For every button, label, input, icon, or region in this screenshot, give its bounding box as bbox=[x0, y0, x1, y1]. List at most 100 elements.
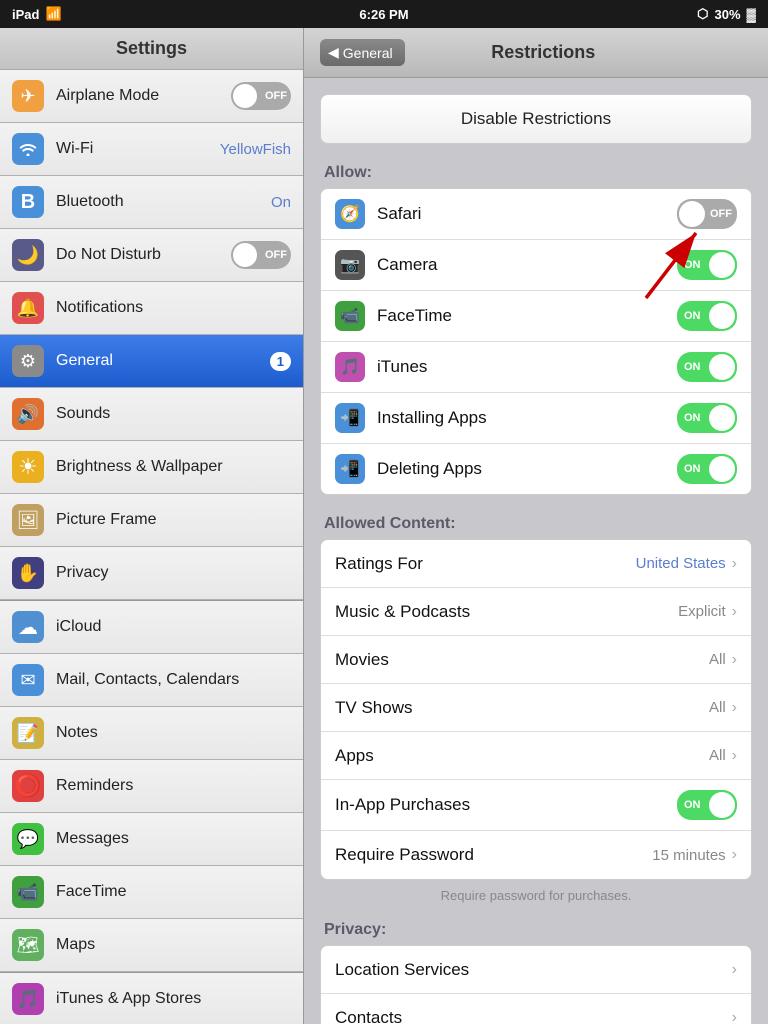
airplane-icon: ✈ bbox=[12, 80, 44, 112]
sidebar-item-mail[interactable]: ✉ Mail, Contacts, Calendars bbox=[0, 654, 303, 707]
sidebar-item-dnd[interactable]: 🌙 Do Not Disturb bbox=[0, 229, 303, 282]
right-panel: ◀ General Restrictions Disable Restricti… bbox=[304, 28, 768, 1024]
camera-icon: 📷 bbox=[335, 250, 365, 280]
sidebar-item-notifications[interactable]: 🔔 Notifications bbox=[0, 282, 303, 335]
camera-toggle[interactable] bbox=[677, 250, 737, 280]
bluetooth-label: Bluetooth bbox=[56, 193, 271, 211]
installing-apps-toggle[interactable] bbox=[677, 403, 737, 433]
itunes-label: iTunes & App Stores bbox=[56, 990, 291, 1008]
installing-apps-row[interactable]: 📲 Installing Apps bbox=[321, 393, 751, 444]
apps-row[interactable]: Apps All › bbox=[321, 732, 751, 780]
safari-toggle[interactable] bbox=[677, 199, 737, 229]
itunes-restrictions-label: iTunes bbox=[377, 357, 677, 377]
require-password-value: 15 minutes bbox=[652, 847, 725, 864]
sidebar-item-sounds[interactable]: 🔊 Sounds bbox=[0, 388, 303, 441]
require-password-chevron: › bbox=[732, 846, 737, 864]
in-app-purchases-toggle[interactable] bbox=[677, 790, 737, 820]
dnd-toggle[interactable] bbox=[231, 241, 291, 269]
sidebar-item-reminders[interactable]: ⭕ Reminders bbox=[0, 760, 303, 813]
sidebar-item-messages[interactable]: 💬 Messages bbox=[0, 813, 303, 866]
password-help-text: Require password for purchases. bbox=[320, 888, 752, 903]
contacts-row[interactable]: Contacts › bbox=[321, 994, 751, 1024]
back-button-label: General bbox=[343, 45, 393, 61]
deleting-apps-label: Deleting Apps bbox=[377, 459, 677, 479]
in-app-purchases-row[interactable]: In-App Purchases bbox=[321, 780, 751, 831]
back-button[interactable]: ◀ General bbox=[320, 39, 405, 66]
dnd-icon: 🌙 bbox=[12, 239, 44, 271]
notes-label: Notes bbox=[56, 724, 291, 742]
status-time: 6:26 PM bbox=[359, 7, 408, 22]
wifi-label: Wi-Fi bbox=[56, 140, 220, 158]
music-podcasts-row[interactable]: Music & Podcasts Explicit › bbox=[321, 588, 751, 636]
sidebar-item-general[interactable]: ⚙ General 1 bbox=[0, 335, 303, 388]
sidebar-item-airplane-mode[interactable]: ✈ Airplane Mode bbox=[0, 70, 303, 123]
ratings-for-value: United States bbox=[636, 555, 726, 572]
facetime-label: FaceTime bbox=[56, 883, 291, 901]
sidebar-item-itunes[interactable]: 🎵 iTunes & App Stores bbox=[0, 973, 303, 1024]
location-services-row[interactable]: Location Services › bbox=[321, 946, 751, 994]
sidebar-item-picture-frame[interactable]: 🖼 Picture Frame bbox=[0, 494, 303, 547]
sidebar-item-facetime[interactable]: 📹 FaceTime bbox=[0, 866, 303, 919]
camera-label: Camera bbox=[377, 255, 677, 275]
privacy-icon: ✋ bbox=[12, 557, 44, 589]
facetime-restrictions-row[interactable]: 📹 FaceTime bbox=[321, 291, 751, 342]
brightness-icon: ☀ bbox=[12, 451, 44, 483]
sidebar-item-icloud[interactable]: ☁ iCloud bbox=[0, 601, 303, 654]
notes-icon: 📝 bbox=[12, 717, 44, 749]
safari-icon: 🧭 bbox=[335, 199, 365, 229]
music-podcasts-label: Music & Podcasts bbox=[335, 602, 678, 622]
allowed-content-group: Ratings For United States › Music & Podc… bbox=[320, 539, 752, 880]
privacy-settings-group: Location Services › Contacts › Calendars… bbox=[320, 945, 752, 1024]
right-panel-inner: ◀ General Restrictions Disable Restricti… bbox=[304, 28, 768, 1024]
music-podcasts-chevron: › bbox=[732, 603, 737, 621]
require-password-row[interactable]: Require Password 15 minutes › bbox=[321, 831, 751, 879]
sounds-icon: 🔊 bbox=[12, 398, 44, 430]
panel-content: Disable Restrictions Allow: 🧭 Safari bbox=[304, 78, 768, 1024]
sidebar-item-privacy[interactable]: ✋ Privacy bbox=[0, 547, 303, 600]
battery-icon: ▓ bbox=[747, 7, 756, 22]
tv-shows-row[interactable]: TV Shows All › bbox=[321, 684, 751, 732]
sidebar-item-bluetooth[interactable]: B Bluetooth On bbox=[0, 176, 303, 229]
privacy-section-label: Privacy: bbox=[320, 921, 752, 939]
general-icon: ⚙ bbox=[12, 345, 44, 377]
main-content: Settings ✈ Airplane Mode Wi-Fi YellowFis… bbox=[0, 28, 768, 1024]
safari-row[interactable]: 🧭 Safari bbox=[321, 189, 751, 240]
deleting-apps-toggle[interactable] bbox=[677, 454, 737, 484]
allowed-content-section-label: Allowed Content: bbox=[320, 515, 752, 533]
airplane-label: Airplane Mode bbox=[56, 87, 231, 105]
sidebar: Settings ✈ Airplane Mode Wi-Fi YellowFis… bbox=[0, 28, 304, 1024]
back-chevron-icon: ◀ bbox=[328, 44, 339, 61]
sidebar-item-brightness[interactable]: ☀ Brightness & Wallpaper bbox=[0, 441, 303, 494]
bluetooth-icon: B bbox=[12, 186, 44, 218]
deleting-apps-row[interactable]: 📲 Deleting Apps bbox=[321, 444, 751, 494]
brightness-label: Brightness & Wallpaper bbox=[56, 458, 291, 476]
disable-restrictions-button[interactable]: Disable Restrictions bbox=[320, 94, 752, 144]
facetime-toggle[interactable] bbox=[677, 301, 737, 331]
camera-row[interactable]: 📷 Camera bbox=[321, 240, 751, 291]
privacy-label: Privacy bbox=[56, 564, 291, 582]
ratings-for-row[interactable]: Ratings For United States › bbox=[321, 540, 751, 588]
status-bar: iPad 📶 6:26 PM ⬡ 30% ▓ bbox=[0, 0, 768, 28]
sidebar-header: Settings bbox=[0, 28, 303, 70]
sidebar-title: Settings bbox=[116, 38, 187, 58]
bluetooth-status-icon: ⬡ bbox=[697, 6, 708, 22]
reminders-label: Reminders bbox=[56, 777, 291, 795]
apps-label: Apps bbox=[335, 746, 709, 766]
wifi-value: YellowFish bbox=[220, 141, 291, 158]
movies-value: All bbox=[709, 651, 726, 668]
sidebar-item-maps[interactable]: 🗺 Maps bbox=[0, 919, 303, 972]
itunes-restrictions-row[interactable]: 🎵 iTunes bbox=[321, 342, 751, 393]
messages-label: Messages bbox=[56, 830, 291, 848]
tv-shows-chevron: › bbox=[732, 699, 737, 717]
in-app-purchases-label: In-App Purchases bbox=[335, 795, 677, 815]
icloud-label: iCloud bbox=[56, 618, 291, 636]
movies-row[interactable]: Movies All › bbox=[321, 636, 751, 684]
itunes-toggle[interactable] bbox=[677, 352, 737, 382]
installing-apps-label: Installing Apps bbox=[377, 408, 677, 428]
music-podcasts-value: Explicit bbox=[678, 603, 726, 620]
sidebar-item-notes[interactable]: 📝 Notes bbox=[0, 707, 303, 760]
deleting-apps-icon: 📲 bbox=[335, 454, 365, 484]
sidebar-item-wifi[interactable]: Wi-Fi YellowFish bbox=[0, 123, 303, 176]
maps-icon: 🗺 bbox=[12, 929, 44, 961]
airplane-toggle[interactable] bbox=[231, 82, 291, 110]
